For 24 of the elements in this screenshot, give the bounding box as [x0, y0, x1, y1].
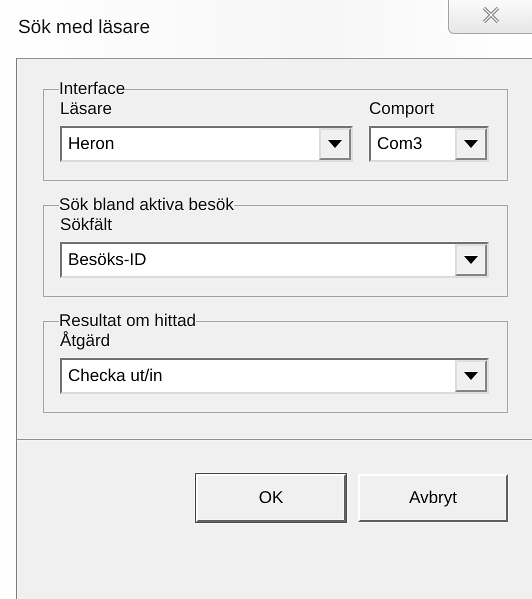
caret-icon	[328, 140, 342, 148]
field-label: Comport	[369, 99, 436, 119]
caret-icon	[464, 256, 478, 264]
dropdown-field[interactable]: Com3	[369, 126, 489, 162]
caret-icon	[464, 372, 478, 380]
field-label: Läsare	[60, 99, 113, 119]
dropdown-button[interactable]	[455, 244, 487, 276]
cancel-button[interactable]: Avbryt	[358, 474, 508, 522]
close-icon	[480, 6, 500, 24]
dropdown-field[interactable]: Besöks-ID	[60, 242, 489, 278]
group-title: Resultat om hittad	[59, 311, 196, 331]
window-title: Sök med läsare	[18, 17, 150, 39]
dropdown-field[interactable]: Checka ut/in	[60, 358, 489, 394]
dropdown-button[interactable]	[455, 128, 487, 160]
ok-button[interactable]: OK	[196, 474, 346, 522]
caret-icon	[464, 140, 478, 148]
group-title: Interface	[59, 79, 126, 99]
dropdown-button[interactable]	[319, 128, 351, 160]
close-button[interactable]	[448, 0, 532, 34]
dropdown-field[interactable]: Heron	[60, 126, 353, 162]
field-label: Åtgärd	[60, 331, 112, 351]
field-label: Sökfält	[60, 215, 113, 235]
group-title: Sök bland aktiva besök	[59, 195, 234, 215]
dropdown-button[interactable]	[455, 360, 487, 392]
